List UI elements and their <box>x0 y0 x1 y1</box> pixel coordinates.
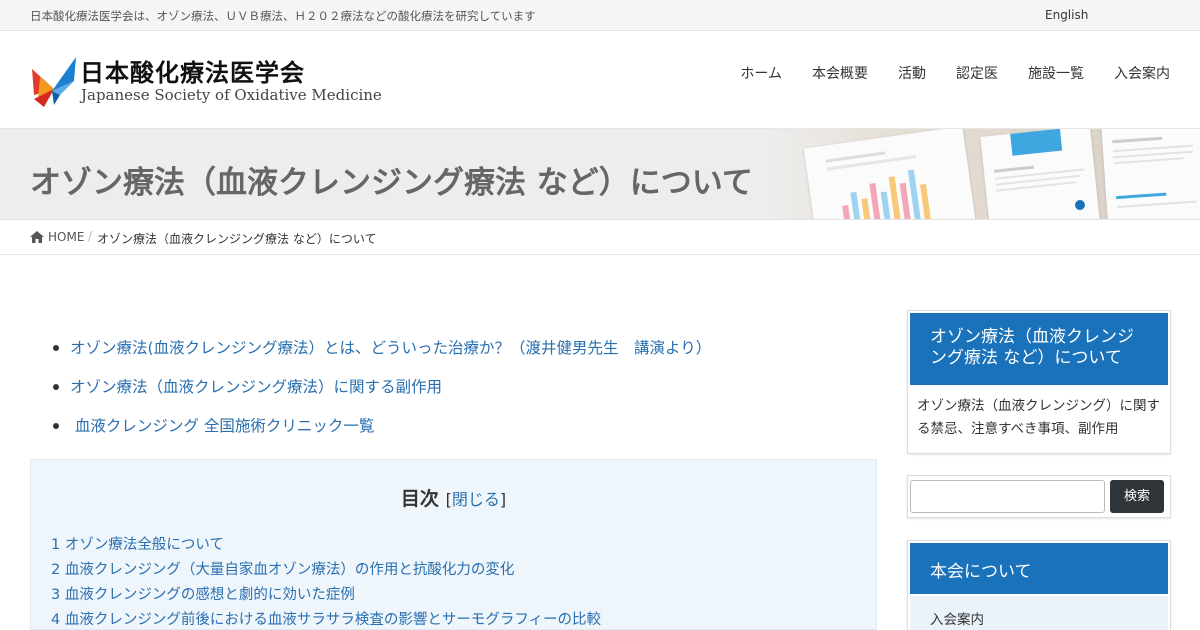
toc-bracket-close: ] <box>499 490 507 509</box>
link-clinic-list[interactable]: 血液クレンジング 全国施術クリニック一覧 <box>70 417 374 435</box>
bar-graphic <box>825 151 931 219</box>
breadcrumb-home-label: HOME <box>48 230 85 244</box>
list-item[interactable]: オゾン療法（血液クレンジング療法）に関する副作用 <box>30 375 711 414</box>
link-ozone-therapy-lecture[interactable]: オゾン療法(血液クレンジング療法）とは、どういった治療か？（渡井健男先生 講演よ… <box>70 339 711 357</box>
sidebar-item-membership[interactable]: 入会案内 <box>910 596 1168 630</box>
toc-title: 目次 <box>400 488 439 510</box>
profile-document-image <box>980 129 1100 219</box>
toc-item-2[interactable]: 2 血液クレンジング（大量自家血オゾン療法）の作用と抗酸化力の変化 <box>51 562 514 578</box>
toc-item[interactable]: 3 血液クレンジングの感想と劇的に効いた症例 <box>51 583 601 608</box>
toc-item-1[interactable]: 1 オゾン療法全般について <box>51 537 224 553</box>
breadcrumb-current: オゾン療法（血液クレンジング療法 など）について <box>97 232 377 246</box>
widget-description: オゾン療法（血液クレンジング）に関する禁忌、注意すべき事項、副作用 <box>917 398 1160 437</box>
logo-name-en[interactable]: Japanese Society of Oxidative Medicine <box>81 86 382 104</box>
nav-item-certified-doctors[interactable]: 認定医 <box>956 63 998 83</box>
report-graphic <box>1112 136 1197 209</box>
english-link[interactable]: English <box>1045 8 1088 22</box>
site-description: 日本酸化療法医学会は、オゾン療法、ＵＶＢ療法、Ｈ２０２療法などの酸化療法を研究し… <box>30 9 536 23</box>
page-banner: オゾン療法（血液クレンジング療法 など）について <box>0 129 1200 220</box>
report-document-image <box>1101 129 1200 219</box>
profile-graphic <box>993 129 1085 210</box>
breadcrumb-home[interactable]: HOME <box>30 230 84 244</box>
toc-item[interactable]: 1 オゾン療法全般について <box>51 533 601 558</box>
toc-list: 1 オゾン療法全般について 2 血液クレンジング（大量自家血オゾン療法）の作用と… <box>51 533 601 630</box>
link-side-effects[interactable]: オゾン療法（血液クレンジング療法）に関する副作用 <box>70 378 442 396</box>
toc-toggle-link[interactable]: 閉じる <box>452 490 500 509</box>
toc-header: 目次 [閉じる] <box>31 484 876 511</box>
breadcrumb-separator: / <box>88 229 93 243</box>
toc-toggle: [閉じる] <box>446 490 507 509</box>
search-button[interactable]: 検索 <box>1110 480 1164 513</box>
toc-item[interactable]: 2 血液クレンジング（大量自家血オゾン療法）の作用と抗酸化力の変化 <box>51 558 601 583</box>
nav-item-about[interactable]: 本会概要 <box>812 63 868 83</box>
nav-item-home[interactable]: ホーム <box>740 63 782 83</box>
table-of-contents: 目次 [閉じる] 1 オゾン療法全般について 2 血液クレンジング（大量自家血オ… <box>30 459 877 630</box>
widget-title: 本会について <box>910 543 1168 594</box>
chart-document-image <box>803 129 977 219</box>
breadcrumb: HOME / オゾン療法（血液クレンジング療法 など）について <box>0 220 1200 255</box>
toc-item[interactable]: 4 血液クレンジング前後における血液サラサラ検査の影響とサーモグラフィーの比較 <box>51 608 601 630</box>
sidebar-widget-about: 本会について 入会案内 <box>908 541 1170 630</box>
nav-item-activities[interactable]: 活動 <box>898 63 926 83</box>
nav-item-membership[interactable]: 入会案内 <box>1114 63 1170 83</box>
logo-wing-icon[interactable] <box>30 55 78 107</box>
toc-item-3[interactable]: 3 血液クレンジングの感想と劇的に効いた症例 <box>51 587 355 603</box>
banner-background-image <box>760 129 1200 219</box>
top-bar: 日本酸化療法医学会は、オゾン療法、ＵＶＢ療法、Ｈ２０２療法などの酸化療法を研究し… <box>0 0 1200 31</box>
page-title: オゾン療法（血液クレンジング療法 など）について <box>30 165 753 201</box>
widget-title[interactable]: オゾン療法（血液クレンジング療法 など）について <box>910 313 1168 385</box>
related-links: オゾン療法(血液クレンジング療法）とは、どういった治療か？（渡井健男先生 講演よ… <box>30 336 711 453</box>
list-item[interactable]: オゾン療法(血液クレンジング療法）とは、どういった治療か？（渡井健男先生 講演よ… <box>30 336 711 375</box>
sidebar-search: 検索 <box>908 476 1170 517</box>
sidebar-widget-ozone[interactable]: オゾン療法（血液クレンジング療法 など）について オゾン療法（血液クレンジング）… <box>908 311 1170 453</box>
logo-name-jp[interactable]: 日本酸化療法医学会 <box>80 53 305 88</box>
main-nav: ホーム 本会概要 活動 認定医 施設一覧 入会案内 <box>740 63 1170 83</box>
list-item[interactable]: 血液クレンジング 全国施術クリニック一覧 <box>30 414 711 453</box>
toc-item-4[interactable]: 4 血液クレンジング前後における血液サラサラ検査の影響とサーモグラフィーの比較 <box>51 612 601 628</box>
search-input[interactable] <box>910 480 1105 513</box>
nav-item-facilities[interactable]: 施設一覧 <box>1028 63 1084 83</box>
home-icon <box>30 231 44 243</box>
site-header: 日本酸化療法医学会 Japanese Society of Oxidative … <box>0 31 1200 129</box>
